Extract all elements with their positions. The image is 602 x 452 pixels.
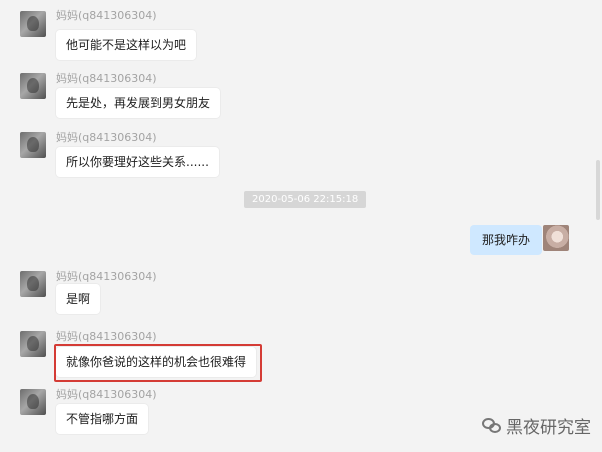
- message-bubble[interactable]: 所以你要理好这些关系......: [56, 147, 219, 177]
- timestamp-divider: 2020-05-06 22:15:18: [244, 191, 367, 208]
- scrollbar[interactable]: [596, 160, 600, 220]
- message-bubble[interactable]: 是啊: [56, 284, 101, 314]
- message-bubble[interactable]: 不管指哪方面: [56, 404, 149, 434]
- message-bubble[interactable]: 他可能不是这样以为吧: [56, 30, 197, 60]
- message-bubble[interactable]: 先是处，再发展到男女朋友: [56, 88, 221, 118]
- outgoing-message: 那我咋办: [470, 225, 580, 255]
- message-bubble[interactable]: 就像你爸说的这样的机会也很难得: [56, 347, 257, 377]
- watermark: 黑夜研究室: [482, 413, 591, 438]
- chat-window: 妈妈(q841306304) 他可能不是这样以为吧 妈妈(q841306304)…: [0, 0, 602, 452]
- sender-avatar[interactable]: [20, 331, 46, 357]
- outgoing-message-bubble[interactable]: 那我咋办: [470, 225, 543, 255]
- sender-name: 妈妈(q841306304): [56, 72, 157, 85]
- sender-name: 妈妈(q841306304): [56, 9, 157, 22]
- user-avatar[interactable]: [543, 225, 569, 251]
- sender-name: 妈妈(q841306304): [56, 388, 157, 401]
- sender-name: 妈妈(q841306304): [56, 330, 157, 343]
- sender-avatar[interactable]: [20, 271, 46, 297]
- watermark-text: 黑夜研究室: [506, 417, 591, 438]
- wechat-icon: [482, 416, 501, 434]
- sender-avatar[interactable]: [20, 389, 46, 415]
- sender-avatar[interactable]: [20, 73, 46, 99]
- sender-name: 妈妈(q841306304): [56, 131, 157, 144]
- sender-avatar[interactable]: [20, 11, 46, 37]
- sender-name: 妈妈(q841306304): [56, 270, 157, 283]
- sender-avatar[interactable]: [20, 132, 46, 158]
